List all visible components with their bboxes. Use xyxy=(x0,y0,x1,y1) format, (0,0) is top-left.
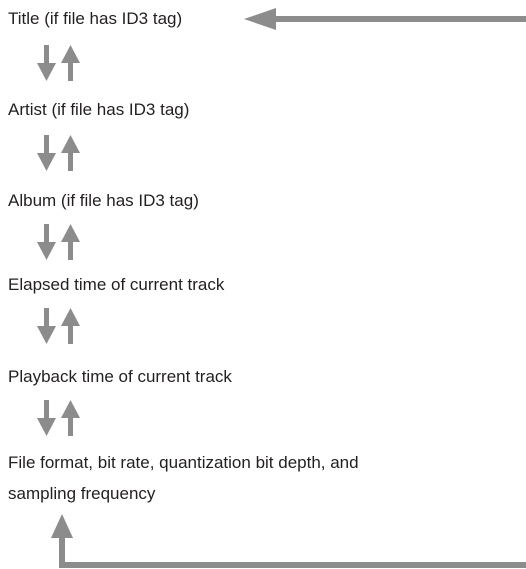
down-up-arrows-icon xyxy=(37,308,80,344)
item-playback-time: Playback time of current track xyxy=(8,367,232,386)
down-up-arrows-icon xyxy=(37,400,80,436)
down-up-arrows-icon xyxy=(37,45,80,81)
item-file-format: File format, bit rate, quantization bit … xyxy=(8,453,359,472)
item-artist: Artist (if file has ID3 tag) xyxy=(8,100,190,119)
item-file-format-line2: sampling frequency xyxy=(8,484,156,503)
item-elapsed-time: Elapsed time of current track xyxy=(8,275,225,294)
item-title: Title (if file has ID3 tag) xyxy=(8,9,183,28)
down-up-arrows-icon xyxy=(37,224,80,260)
down-up-arrows-icon xyxy=(37,135,80,171)
item-album: Album (if file has ID3 tag) xyxy=(8,191,199,210)
